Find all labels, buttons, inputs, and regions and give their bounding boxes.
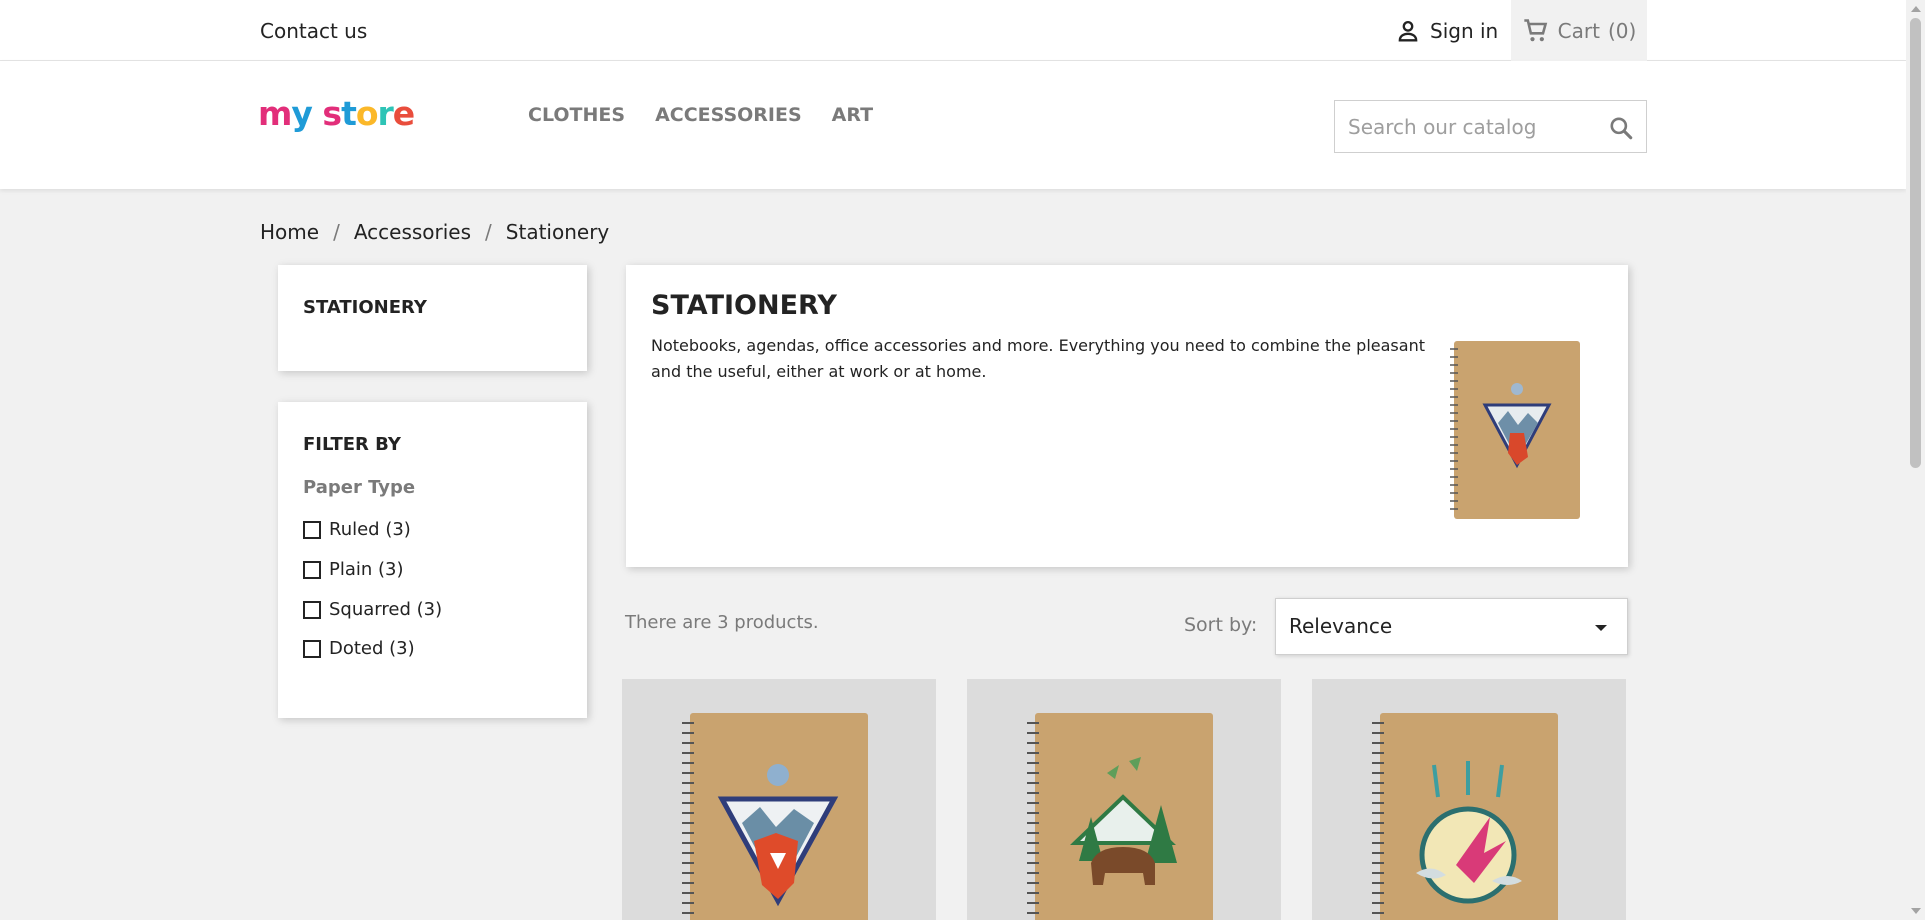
facet-label: Ruled (3): [329, 519, 411, 540]
sort-by-label: Sort by:: [1184, 614, 1258, 636]
notebook-hummingbird-icon: [1372, 713, 1558, 920]
logo-letter: o: [355, 94, 379, 133]
checkbox[interactable]: [303, 600, 321, 619]
cart-button[interactable]: Cart (0): [1511, 0, 1647, 61]
logo-letter: e: [392, 94, 415, 133]
facet-ruled[interactable]: Ruled (3): [303, 519, 411, 540]
category-description: Notebooks, agendas, office accessories a…: [651, 336, 1425, 381]
checkbox[interactable]: [303, 520, 321, 539]
facet-squarred[interactable]: Squarred (3): [303, 599, 442, 620]
store-logo[interactable]: my store: [258, 94, 415, 133]
facet-doted[interactable]: Doted (3): [303, 638, 415, 659]
nav-accessories[interactable]: ACCESSORIES: [655, 104, 802, 126]
breadcrumb: Home / Accessories / Stationery: [260, 220, 609, 244]
cart-count: (0): [1607, 18, 1637, 43]
top-bar: Contact us Sign in Cart (0): [0, 0, 1906, 61]
notebook-bear-icon: [1027, 713, 1213, 920]
user-icon: [1398, 20, 1418, 42]
logo-letter: r: [377, 94, 394, 133]
category-tree-title[interactable]: STATIONERY: [303, 297, 427, 318]
facet-label: Squarred (3): [329, 599, 443, 620]
main-header: my store CLOTHES ACCESSORIES ART: [0, 61, 1906, 189]
sort-by-dropdown[interactable]: Relevance: [1275, 598, 1628, 655]
product-card-hummingbird[interactable]: [1312, 679, 1626, 920]
checkbox[interactable]: [303, 639, 321, 658]
logo-letter: t: [341, 94, 357, 133]
page-scrollbar[interactable]: [1906, 0, 1925, 920]
logo-letter: y: [291, 94, 312, 133]
sign-in-link[interactable]: Sign in: [1394, 16, 1498, 46]
logo-letter: [312, 97, 323, 130]
category-tree-block: STATIONERY: [278, 265, 587, 371]
caret-down-icon: [1595, 625, 1607, 631]
filter-block: FILTER BY Paper Type Ruled (3) Plain (3)…: [278, 402, 587, 718]
nav-art[interactable]: ART: [832, 104, 873, 126]
category-notebook-image: [1450, 341, 1580, 519]
search-icon[interactable]: [1608, 115, 1634, 141]
filter-title: FILTER BY: [303, 434, 401, 455]
search-input[interactable]: [1335, 101, 1595, 152]
product-card-fox[interactable]: [622, 679, 936, 920]
sign-in-label: Sign in: [1430, 19, 1499, 43]
breadcrumb-home[interactable]: Home: [260, 220, 319, 244]
shopping-cart-icon: [1524, 18, 1547, 41]
facet-title-paper-type: Paper Type: [303, 477, 416, 498]
breadcrumb-separator: /: [333, 220, 340, 244]
search-widget: [1334, 100, 1647, 153]
category-header: STATIONERY Notebooks, agendas, office ac…: [626, 265, 1628, 567]
scroll-up-arrow-icon[interactable]: [1911, 6, 1921, 12]
contact-us-link[interactable]: Contact us: [260, 19, 367, 43]
checkbox[interactable]: [303, 560, 321, 579]
notebook-fox-icon: [682, 713, 868, 920]
scroll-down-arrow-icon[interactable]: [1911, 908, 1921, 914]
main-nav: CLOTHES ACCESSORIES ART: [528, 104, 873, 126]
facet-plain[interactable]: Plain (3): [303, 559, 404, 580]
product-count: There are 3 products.: [625, 612, 819, 633]
sort-by-value: Relevance: [1289, 614, 1393, 638]
scrollbar-thumb[interactable]: [1910, 18, 1921, 468]
category-title: STATIONERY: [651, 290, 837, 321]
breadcrumb-separator: /: [485, 220, 492, 244]
product-card-bear[interactable]: [967, 679, 1281, 920]
facet-label: Doted (3): [329, 638, 415, 659]
breadcrumb-accessories[interactable]: Accessories: [354, 220, 471, 244]
breadcrumb-current: Stationery: [505, 220, 610, 244]
logo-letter: s: [322, 94, 342, 133]
nav-clothes[interactable]: CLOTHES: [528, 104, 625, 126]
logo-letter: m: [258, 94, 292, 133]
cart-label: Cart: [1557, 18, 1600, 43]
facet-label: Plain (3): [329, 559, 404, 580]
